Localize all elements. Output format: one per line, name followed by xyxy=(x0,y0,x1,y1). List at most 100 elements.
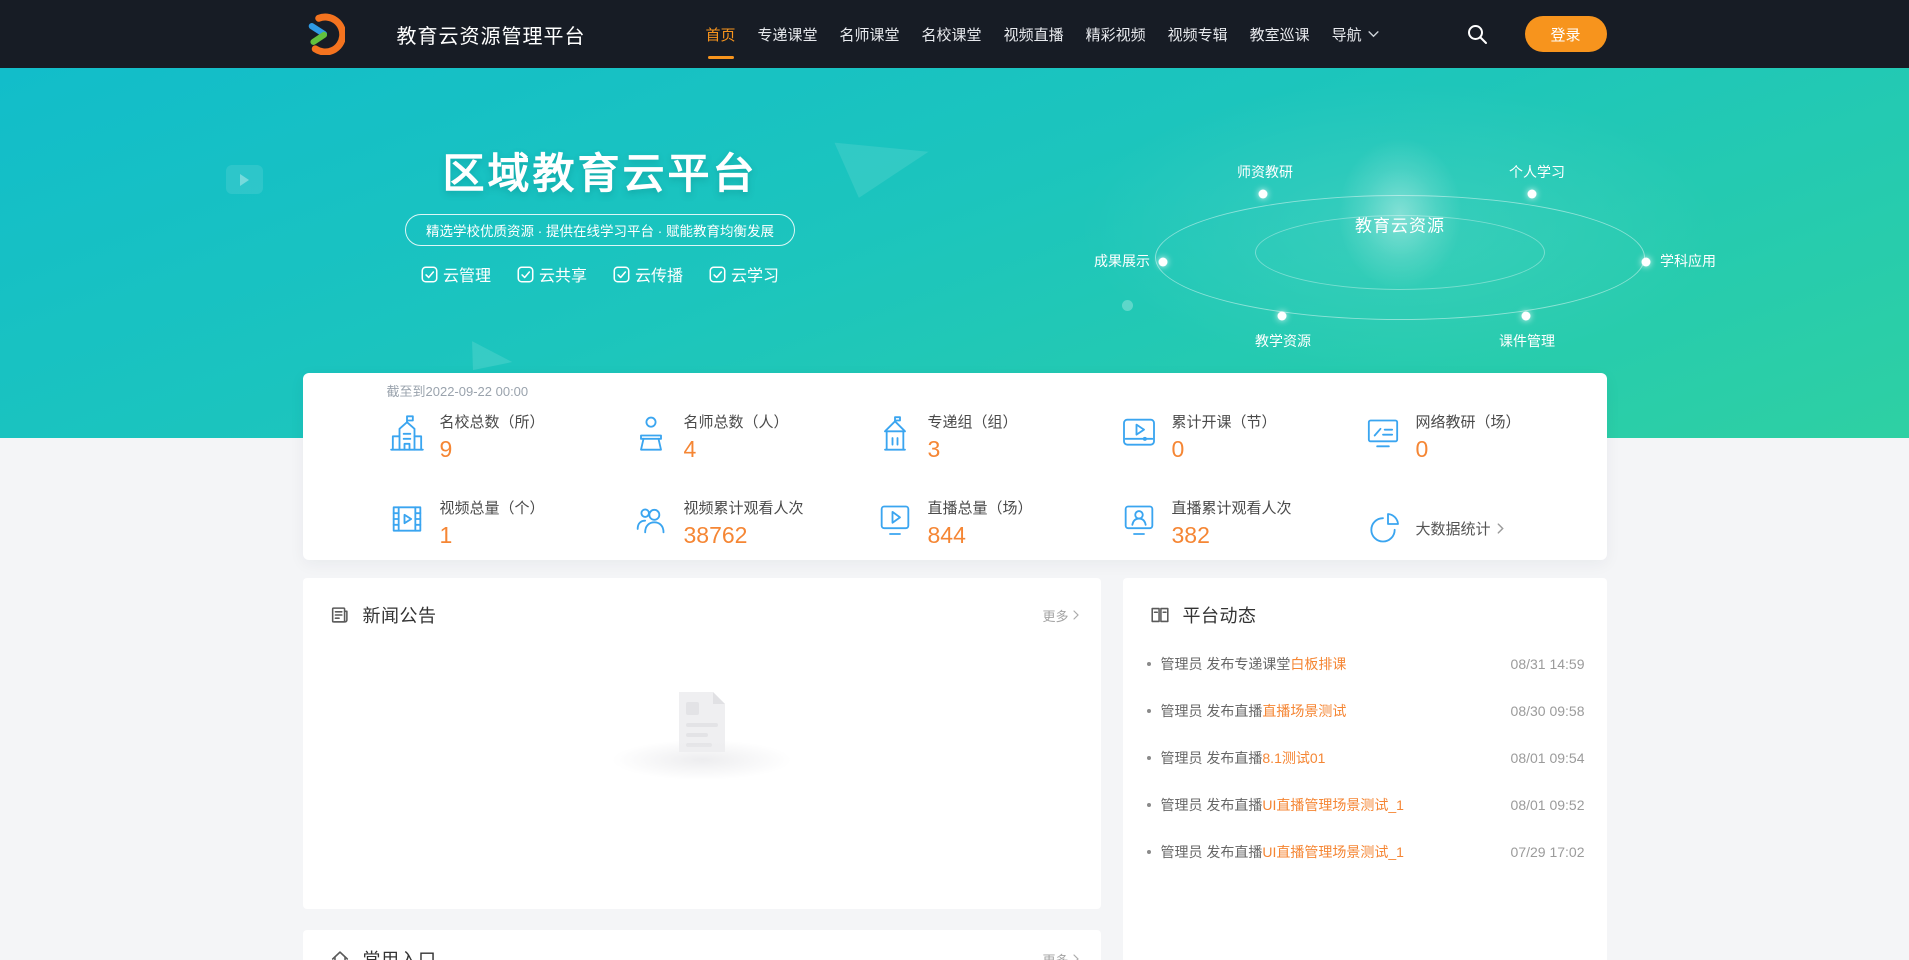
online-research-icon xyxy=(1363,413,1403,453)
app-title: 教育云资源管理平台 xyxy=(397,20,586,49)
nav-item-video-album[interactable]: 视频专辑 xyxy=(1168,0,1228,68)
feature-label: 云学习 xyxy=(731,262,779,286)
feature-label: 云共享 xyxy=(539,262,587,286)
more-label: 更多 xyxy=(1042,606,1068,625)
orbit-dot xyxy=(1522,312,1531,321)
dynamics-prefix: 管理员 发布直播 xyxy=(1161,750,1263,766)
stat-label: 视频总量（个） xyxy=(440,497,545,518)
nav-item-navigation-label: 导航 xyxy=(1332,24,1362,45)
dynamics-text: 管理员 发布直播UI直播管理场景测试_1 xyxy=(1161,795,1404,815)
orbit-dot xyxy=(1278,312,1287,321)
dynamics-text: 管理员 发布直播UI直播管理场景测试_1 xyxy=(1161,842,1404,862)
live-icon xyxy=(875,499,915,539)
nav-item-classroom-tour[interactable]: 教室巡课 xyxy=(1250,0,1310,68)
stat-total-lives: 直播总量（场）844 xyxy=(875,497,1119,559)
quick-entry-title: 常用入口 xyxy=(363,946,437,960)
bullet-icon xyxy=(1147,662,1151,666)
stat-famous-teachers: 名师总数（人） 4 xyxy=(631,411,875,473)
news-empty-state xyxy=(303,690,1101,780)
dynamics-title: 平台动态 xyxy=(1183,602,1257,628)
dynamics-link[interactable]: 直播场景测试 xyxy=(1262,703,1346,719)
bullet-icon xyxy=(1147,756,1151,760)
nav-item-delivery-class[interactable]: 专递课堂 xyxy=(758,0,818,68)
app-logo-icon xyxy=(303,13,345,55)
bullet-icon xyxy=(1147,709,1151,713)
dynamics-list: 管理员 发布专递课堂白板排课 08/31 14:59 管理员 发布直播直播场景测… xyxy=(1123,640,1607,875)
school-icon xyxy=(387,413,427,453)
checkbox-check-icon xyxy=(421,266,438,283)
live-viewers-icon xyxy=(1119,499,1159,539)
bullet-icon xyxy=(1147,850,1151,854)
hero-features: 云管理 云共享 云传播 云学习 xyxy=(404,262,796,286)
hero-title: 区域教育云平台 xyxy=(404,140,796,201)
dynamics-item: 管理员 发布直播UI直播管理场景测试_1 08/01 09:52 xyxy=(1147,781,1585,828)
orbit-node-teacher-research: 师资教研 xyxy=(1237,162,1293,182)
quick-entry-more-link[interactable]: 更多 xyxy=(1042,950,1078,960)
nav-item-teacher-class[interactable]: 名师课堂 xyxy=(840,0,900,68)
nav-item-featured-video[interactable]: 精彩视频 xyxy=(1086,0,1146,68)
bigdata-stats-link[interactable]: 大数据统计 xyxy=(1363,497,1607,559)
dynamics-text: 管理员 发布直播8.1测试01 xyxy=(1161,748,1326,768)
open-book-icon xyxy=(1149,604,1171,626)
stat-online-research: 网络教研（场） 0 xyxy=(1363,411,1607,473)
dynamics-link[interactable]: 8.1测试01 xyxy=(1262,750,1325,766)
bullet-icon xyxy=(1147,803,1151,807)
dynamics-link[interactable]: UI直播管理场景测试_1 xyxy=(1262,844,1404,860)
stat-value: 0 xyxy=(1416,436,1521,463)
dynamics-item: 管理员 发布专递课堂白板排课 08/31 14:59 xyxy=(1147,640,1585,687)
dynamics-time: 08/01 09:54 xyxy=(1501,750,1585,766)
paper-plane-decoration-icon xyxy=(834,130,933,200)
stats-as-of-date: 截至到2022-09-22 00:00 xyxy=(387,383,1587,401)
delivery-group-icon xyxy=(875,413,915,453)
nav-item-navigation[interactable]: 导航 xyxy=(1332,0,1379,68)
stat-total-lessons: 累计开课（节） 0 xyxy=(1119,411,1363,473)
stat-value: 844 xyxy=(928,522,1033,549)
dynamics-time: 08/30 09:58 xyxy=(1501,703,1585,719)
stat-label: 专递组（组） xyxy=(928,411,1018,432)
stat-live-viewers: 直播累计观看人次382 xyxy=(1119,497,1363,559)
orbit-node-teaching-resources: 教学资源 xyxy=(1255,331,1311,351)
stat-delivery-groups: 专递组（组）3 xyxy=(875,411,1119,473)
stat-total-videos: 视频总量（个）1 xyxy=(387,497,631,559)
dynamics-item: 管理员 发布直播8.1测试01 08/01 09:54 xyxy=(1147,734,1585,781)
dynamics-item: 管理员 发布直播直播场景测试 08/30 09:58 xyxy=(1147,687,1585,734)
feature-cloud-broadcast: 云传播 xyxy=(613,262,683,286)
orbit-center-label: 教育云资源 xyxy=(1355,212,1445,237)
dynamics-text: 管理员 发布专递课堂白板排课 xyxy=(1161,654,1347,674)
lesson-icon xyxy=(1119,413,1159,453)
dynamics-prefix: 管理员 发布专递课堂 xyxy=(1161,656,1291,672)
orbit-dot xyxy=(1642,258,1651,267)
chevron-right-icon xyxy=(1073,954,1079,960)
dynamics-link[interactable]: UI直播管理场景测试_1 xyxy=(1262,797,1404,813)
orbit-node-personal-learning: 个人学习 xyxy=(1509,162,1565,182)
stat-value: 0 xyxy=(1172,436,1277,463)
checkbox-check-icon xyxy=(517,266,534,283)
nav-item-home[interactable]: 首页 xyxy=(706,0,736,68)
stat-value: 9 xyxy=(440,436,545,463)
teacher-icon xyxy=(631,413,671,453)
quick-entry-card: 常用入口 更多 xyxy=(303,930,1101,960)
feature-cloud-manage: 云管理 xyxy=(421,262,491,286)
orbit-dot xyxy=(1159,258,1168,267)
stat-label: 名校总数（所） xyxy=(440,411,545,432)
dynamics-item: 管理员 发布直播UI直播管理场景测试_1 07/29 17:02 xyxy=(1147,828,1585,875)
checkbox-check-icon xyxy=(709,266,726,283)
main-content: 截至到2022-09-22 00:00 名校总数（所） 9 名师总数（人） 4 专递… xyxy=(303,373,1607,960)
nav-item-live[interactable]: 视频直播 xyxy=(1004,0,1064,68)
search-icon[interactable] xyxy=(1465,22,1489,46)
stat-label: 网络教研（场） xyxy=(1416,411,1521,432)
nav-item-school-class[interactable]: 名校课堂 xyxy=(922,0,982,68)
dynamics-prefix: 管理员 发布直播 xyxy=(1161,844,1263,860)
feature-label: 云管理 xyxy=(443,262,491,286)
play-chip-decoration-icon xyxy=(226,165,263,194)
stat-value: 4 xyxy=(684,436,789,463)
stat-label: 累计开课（节） xyxy=(1172,411,1277,432)
dynamics-time: 07/29 17:02 xyxy=(1501,844,1585,860)
hero-text-block: 区域教育云平台 精选学校优质资源 · 提供在线学习平台 · 赋能教育均衡发展 云… xyxy=(404,140,796,286)
stat-label: 名师总数（人） xyxy=(684,411,789,432)
news-more-link[interactable]: 更多 xyxy=(1042,606,1078,625)
news-card: 新闻公告 更多 xyxy=(303,578,1101,909)
chevron-down-icon xyxy=(1368,31,1379,38)
dynamics-link[interactable]: 白板排课 xyxy=(1290,656,1346,672)
login-button[interactable]: 登录 xyxy=(1525,16,1607,52)
